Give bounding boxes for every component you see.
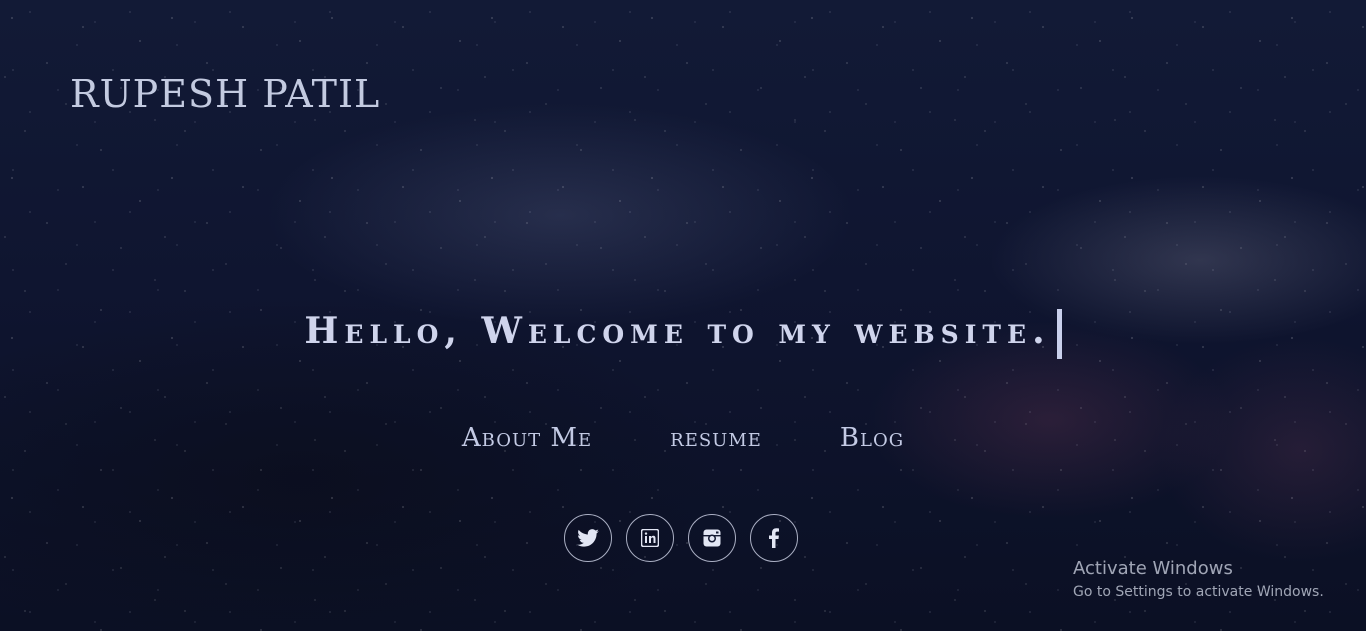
hero-headline: Hello, Welcome to my website. (0, 306, 1366, 359)
instagram-link[interactable] (688, 514, 736, 562)
main-nav: About Me resume Blog (0, 420, 1366, 456)
nav-link-about-me[interactable]: About Me (462, 420, 592, 456)
facebook-icon (769, 528, 779, 548)
site-logo[interactable]: RUPESH PATIL (70, 70, 380, 118)
social-links (564, 514, 798, 562)
hero-headline-text: Hello, Welcome to my website. (304, 310, 1051, 352)
watermark-subtitle: Go to Settings to activate Windows. (1073, 584, 1324, 600)
instagram-icon (703, 529, 721, 547)
linkedin-link[interactable] (626, 514, 674, 562)
linkedin-icon (641, 529, 659, 547)
nav-link-blog[interactable]: Blog (840, 420, 904, 456)
watermark-title: Activate Windows (1073, 558, 1233, 579)
facebook-link[interactable] (750, 514, 798, 562)
twitter-link[interactable] (564, 514, 612, 562)
twitter-icon (577, 529, 599, 547)
windows-activation-watermark: Activate Windows Go to Settings to activ… (1073, 557, 1324, 603)
typing-cursor (1056, 309, 1062, 359)
nav-link-resume[interactable]: resume (670, 420, 762, 456)
